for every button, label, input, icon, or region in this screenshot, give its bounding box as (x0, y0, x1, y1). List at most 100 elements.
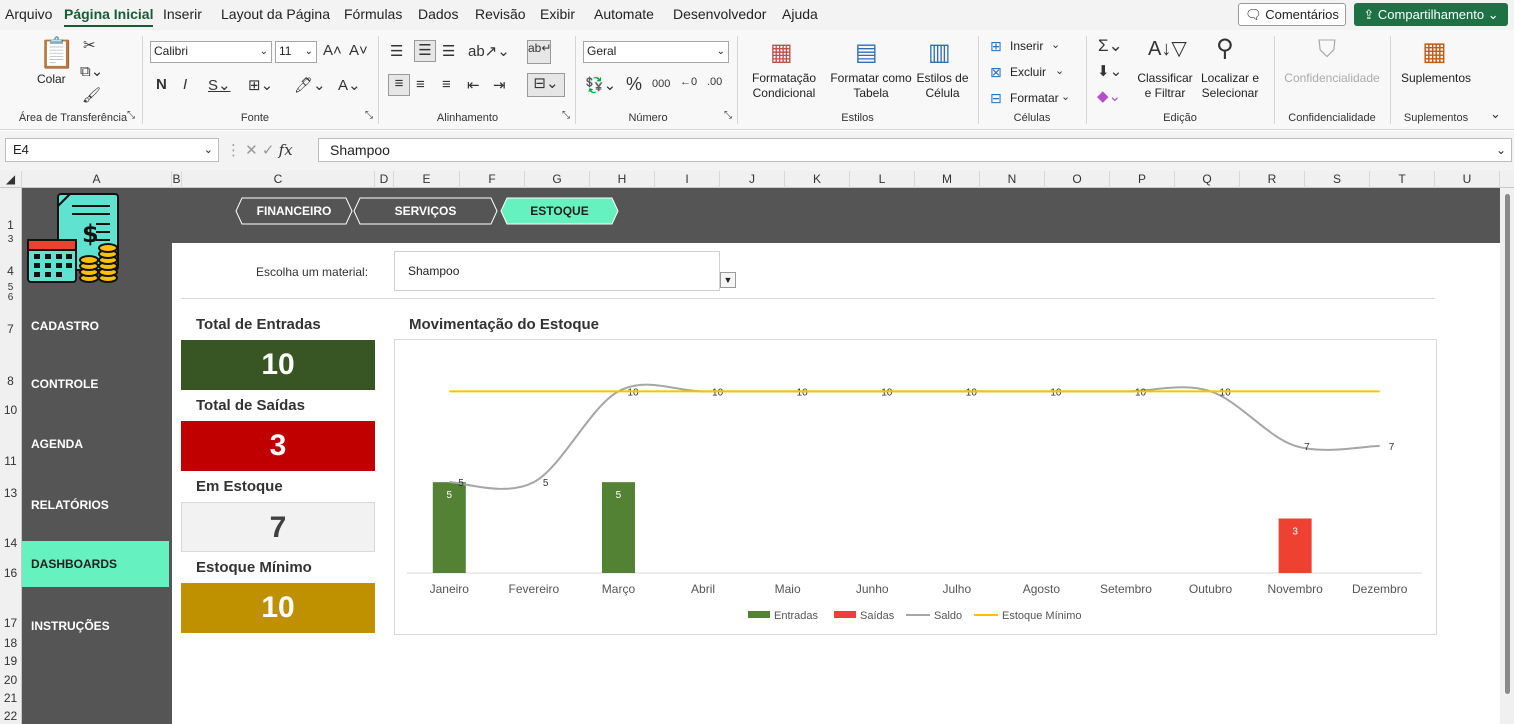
comments-button[interactable]: 🗨 Comentários (1238, 3, 1346, 26)
row-header[interactable]: 4 (0, 264, 21, 278)
tab-revisao[interactable]: Revisão (475, 6, 526, 22)
row-header[interactable]: 10 (0, 403, 21, 417)
sidebar-item-controle[interactable]: CONTROLE (22, 361, 169, 407)
column-header[interactable]: Q (1175, 171, 1240, 188)
tab-formulas[interactable]: Fórmulas (344, 6, 402, 22)
cell-styles-button[interactable]: Estilos de Célula (915, 71, 970, 101)
cell-styles-icon[interactable]: ▥ (928, 38, 951, 67)
delete-cells-button[interactable]: Excluir (1010, 65, 1046, 80)
column-header[interactable]: C (182, 171, 375, 188)
row-header[interactable]: 8 (0, 374, 21, 388)
row-header[interactable]: 22 (0, 709, 21, 723)
percent-icon[interactable]: % (626, 74, 642, 95)
tab-financeiro[interactable]: FINANCEIRO (235, 197, 353, 225)
decrease-font-icon[interactable]: A˅ (349, 42, 368, 59)
row-header[interactable]: 17 (0, 616, 21, 630)
row-header[interactable]: 18 (0, 636, 21, 650)
paste-button[interactable]: Colar (37, 72, 66, 87)
tab-inserir[interactable]: Inserir (163, 6, 202, 22)
insert-cells-icon[interactable]: ⊞ (990, 38, 1002, 55)
confirm-icon[interactable]: ✓ (262, 142, 279, 159)
scrollbar-thumb[interactable] (1505, 194, 1510, 694)
insert-function-icon[interactable]: fx (279, 141, 293, 159)
chevron-down-icon[interactable]: ▼ (720, 272, 736, 288)
align-center-icon[interactable]: ≡ (416, 76, 425, 93)
fill-icon[interactable]: ⬇⌄ (1097, 62, 1122, 80)
align-bottom-icon[interactable]: ☰ (442, 42, 455, 60)
tab-automate[interactable]: Automate (594, 6, 654, 22)
sort-filter-icon[interactable]: A↓▽ (1148, 36, 1187, 61)
column-header[interactable]: N (980, 171, 1045, 188)
dialog-launcher-icon[interactable]: ⤡ (724, 110, 732, 121)
row-header[interactable]: 21 (0, 691, 21, 705)
add-ins-icon[interactable]: ▦ (1422, 36, 1447, 67)
decrease-indent-icon[interactable]: ⇤ (467, 76, 480, 94)
sidebar-item-relatorios[interactable]: RELATÓRIOS (22, 482, 169, 528)
column-header[interactable]: F (460, 171, 525, 188)
currency-icon[interactable]: 💱⌄ (585, 76, 616, 94)
tab-layout-da-pagina[interactable]: Layout da Página (221, 6, 330, 22)
format-painter-icon[interactable]: 🖌 (82, 86, 101, 104)
tab-exibir[interactable]: Exibir (540, 6, 575, 22)
column-header[interactable]: D (375, 171, 394, 188)
column-header[interactable]: U (1435, 171, 1500, 188)
row-header[interactable]: 3 (0, 234, 21, 245)
cut-icon[interactable]: ✂ (83, 36, 96, 54)
row-header[interactable]: 14 (0, 536, 21, 550)
find-select-button[interactable]: Localizar e Selecionar (1196, 71, 1264, 101)
column-header[interactable]: O (1045, 171, 1110, 188)
align-top-icon[interactable]: ☰ (390, 42, 403, 60)
row-header[interactable]: 16 (0, 566, 21, 580)
tab-dados[interactable]: Dados (418, 6, 458, 22)
conditional-format-button[interactable]: Formatação Condicional (745, 71, 823, 101)
material-select[interactable]: Shampoo (394, 251, 720, 291)
tab-servicos[interactable]: SERVIÇOS (353, 197, 498, 225)
align-middle-icon[interactable]: ☰ (414, 40, 436, 62)
column-header[interactable]: K (785, 171, 850, 188)
comma-style-icon[interactable]: 000 (652, 78, 670, 90)
copy-icon[interactable]: ⧉⌄ (80, 62, 103, 80)
cancel-icon[interactable]: ✕ (245, 142, 262, 159)
sidebar-item-dashboards[interactable]: DASHBOARDS (22, 541, 169, 587)
formula-input[interactable]: Shampoo ⌄ (318, 138, 1512, 162)
chevron-down-icon[interactable]: ⌄ (1061, 90, 1070, 103)
column-header[interactable]: T (1370, 171, 1435, 188)
tab-pagina-inicial[interactable]: Página Inicial (64, 6, 154, 27)
row-header[interactable]: 19 (0, 654, 21, 668)
row-header[interactable]: 6 (0, 292, 21, 303)
align-right-icon[interactable]: ≡ (442, 76, 451, 93)
font-name-select[interactable]: Calibri ⌄ (150, 41, 272, 63)
format-cells-icon[interactable]: ⊟ (990, 90, 1002, 107)
align-left-icon[interactable]: ≡ (388, 74, 410, 96)
underline-icon[interactable]: S⌄ (208, 76, 231, 94)
column-header[interactable]: L (850, 171, 915, 188)
sidebar-item-instrucoes[interactable]: INSTRUÇÕES (22, 603, 169, 649)
add-ins-button[interactable]: Suplementos (1398, 71, 1474, 86)
increase-decimal-icon[interactable]: ←0 (680, 76, 697, 88)
row-header[interactable]: 20 (0, 673, 21, 687)
tab-arquivo[interactable]: Arquivo (5, 6, 52, 22)
select-all-corner[interactable]: ◢ (0, 171, 22, 188)
insert-cells-button[interactable]: Inserir (1010, 39, 1043, 54)
search-icon[interactable]: ⚲ (1216, 34, 1234, 63)
borders-icon[interactable]: ⊞⌄ (248, 76, 273, 94)
format-table-icon[interactable]: ▤ (855, 38, 878, 67)
row-header[interactable]: 11 (0, 454, 21, 468)
chevron-down-icon[interactable]: ⌄ (1055, 64, 1064, 77)
column-header[interactable]: G (525, 171, 590, 188)
increase-font-icon[interactable]: A˄ (323, 42, 342, 59)
dialog-launcher-icon[interactable]: ⤡ (365, 110, 373, 121)
font-color-icon[interactable]: A⌄ (338, 76, 361, 94)
increase-indent-icon[interactable]: ⇥ (493, 76, 506, 94)
paste-icon[interactable]: 📋 (38, 36, 75, 71)
conditional-format-icon[interactable]: ▦ (770, 38, 793, 67)
font-size-select[interactable]: 11 ⌄ (275, 41, 317, 63)
collapse-ribbon-icon[interactable]: ⌄ (1490, 106, 1501, 122)
row-header[interactable]: 1 (0, 218, 21, 232)
decrease-decimal-icon[interactable]: .00 (707, 76, 722, 88)
more-icon[interactable]: ⋮ (226, 142, 245, 159)
delete-cells-icon[interactable]: ⊠ (990, 64, 1002, 81)
chevron-down-icon[interactable]: ⌄ (1051, 38, 1060, 51)
autosum-icon[interactable]: Σ⌄ (1098, 36, 1123, 56)
name-box[interactable]: E4 ⌄ (5, 138, 219, 162)
